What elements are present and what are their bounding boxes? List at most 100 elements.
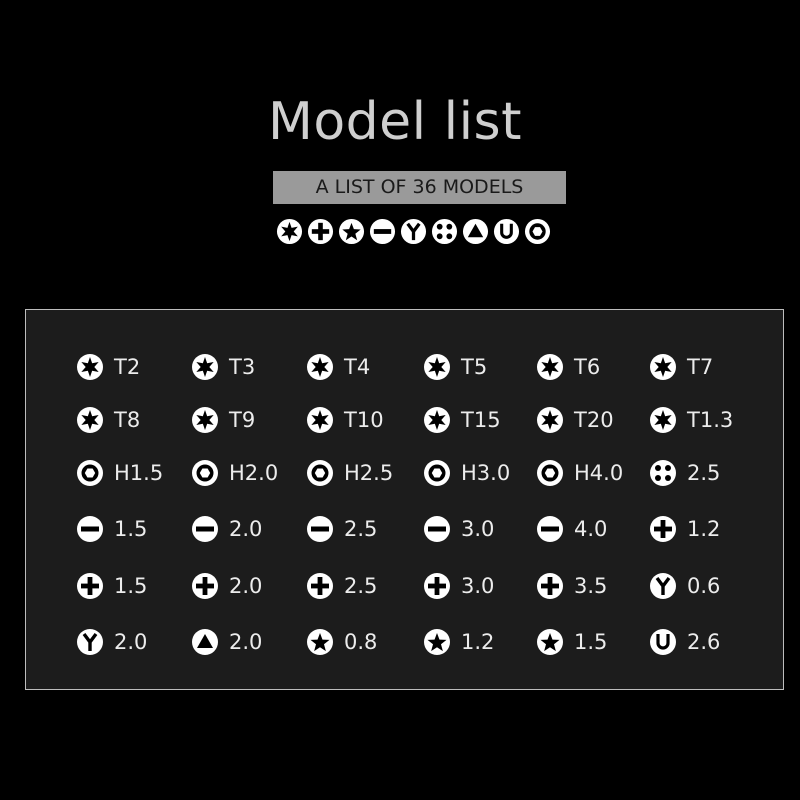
model-label: T2: [114, 354, 141, 379]
model-item: T4: [306, 338, 423, 395]
model-label: 2.0: [229, 573, 263, 598]
model-item: H4.0: [536, 445, 649, 501]
quad-dot-icon: [649, 459, 687, 487]
model-label: 1.5: [114, 517, 148, 541]
model-label: 0.8: [344, 630, 378, 654]
model-label: T5: [461, 354, 488, 379]
tri-wing-icon: [400, 218, 427, 246]
model-label: 3.0: [461, 517, 495, 541]
model-item: T10: [306, 395, 423, 445]
torx-icon: [423, 353, 461, 381]
torx-icon: [306, 406, 344, 434]
model-label: H4.0: [574, 461, 624, 485]
model-item: 2.0: [191, 614, 306, 670]
model-label: H2.5: [344, 461, 394, 485]
phillips-icon: [191, 572, 229, 600]
model-label: 3.5: [574, 573, 608, 598]
model-item: 2.0: [191, 557, 306, 614]
hex-icon: [191, 459, 229, 487]
torx-icon: [191, 406, 229, 434]
u-shape-icon: [493, 218, 520, 246]
model-item: 4.0: [536, 501, 649, 557]
model-list-panel: T2 T3 T4 T5 T6 T7 T8 T9 T10 T15 T20 T1.3 H1.5 H2.0 H2.…: [25, 309, 784, 690]
phillips-icon: [423, 572, 461, 600]
model-label: 4.0: [574, 517, 608, 541]
slotted-icon: [536, 515, 574, 543]
phillips-icon: [307, 218, 334, 246]
model-item: H2.5: [306, 445, 423, 501]
model-label: 2.5: [344, 573, 378, 598]
model-item: 2.0: [191, 501, 306, 557]
slotted-icon: [369, 218, 396, 246]
model-item: 2.0: [76, 614, 191, 670]
model-label: T10: [344, 408, 384, 432]
pentalobe-icon: [423, 628, 461, 656]
hex-icon: [524, 218, 551, 246]
model-item: 2.5: [649, 445, 764, 501]
torx-icon: [536, 406, 574, 434]
model-label: 3.0: [461, 573, 495, 598]
slotted-icon: [423, 515, 461, 543]
model-label: 1.5: [114, 573, 148, 598]
torx-icon: [76, 353, 114, 381]
slotted-icon: [306, 515, 344, 543]
slotted-icon: [191, 515, 229, 543]
torx-icon: [423, 406, 461, 434]
model-label: 2.6: [687, 630, 721, 654]
model-item: 1.5: [536, 614, 649, 670]
model-item: T1.3: [649, 395, 764, 445]
triangle-icon: [191, 628, 229, 656]
model-item: T2: [76, 338, 191, 395]
model-item: 1.5: [76, 557, 191, 614]
pentalobe-icon: [338, 218, 365, 246]
phillips-icon: [306, 572, 344, 600]
models-count-badge: A LIST OF 36 MODELS: [273, 171, 566, 204]
model-label: 1.2: [687, 517, 721, 541]
model-label: H1.5: [114, 461, 164, 485]
model-label: T3: [229, 354, 256, 379]
bit-type-icon-strip: [276, 218, 551, 246]
torx-icon: [649, 353, 687, 381]
model-label: T1.3: [687, 408, 734, 432]
model-label: 2.5: [687, 461, 721, 485]
model-item: H1.5: [76, 445, 191, 501]
model-label: T4: [344, 354, 371, 379]
model-item: T9: [191, 395, 306, 445]
phillips-icon: [649, 515, 687, 543]
model-label: 0.6: [687, 573, 721, 598]
model-label: T15: [461, 408, 501, 432]
phillips-icon: [536, 572, 574, 600]
hex-icon: [76, 459, 114, 487]
model-label: H3.0: [461, 461, 511, 485]
hex-icon: [306, 459, 344, 487]
model-item: T8: [76, 395, 191, 445]
model-item: T3: [191, 338, 306, 395]
model-item: 0.6: [649, 557, 764, 614]
torx-icon: [306, 353, 344, 381]
model-item: 1.2: [423, 614, 536, 670]
hex-icon: [423, 459, 461, 487]
model-item: 0.8: [306, 614, 423, 670]
model-item: 2.6: [649, 614, 764, 670]
model-label: T6: [574, 354, 601, 379]
torx-icon: [191, 353, 229, 381]
triangle-icon: [462, 218, 489, 246]
hex-icon: [536, 459, 574, 487]
phillips-icon: [76, 572, 114, 600]
slotted-icon: [76, 515, 114, 543]
pentalobe-icon: [306, 628, 344, 656]
u-shape-icon: [649, 628, 687, 656]
model-label: 2.0: [229, 630, 263, 654]
torx-icon: [536, 353, 574, 381]
model-grid: T2 T3 T4 T5 T6 T7 T8 T9 T10 T15 T20 T1.3 H1.5 H2.0 H2.…: [76, 338, 764, 670]
quad-dot-icon: [431, 218, 458, 246]
model-item: H3.0: [423, 445, 536, 501]
model-item: 3.0: [423, 501, 536, 557]
model-label: 2.5: [344, 517, 378, 541]
model-item: 1.5: [76, 501, 191, 557]
tri-wing-icon: [76, 628, 114, 656]
model-item: 3.5: [536, 557, 649, 614]
tri-wing-icon: [649, 572, 687, 600]
torx-icon: [76, 406, 114, 434]
model-item: 2.5: [306, 501, 423, 557]
